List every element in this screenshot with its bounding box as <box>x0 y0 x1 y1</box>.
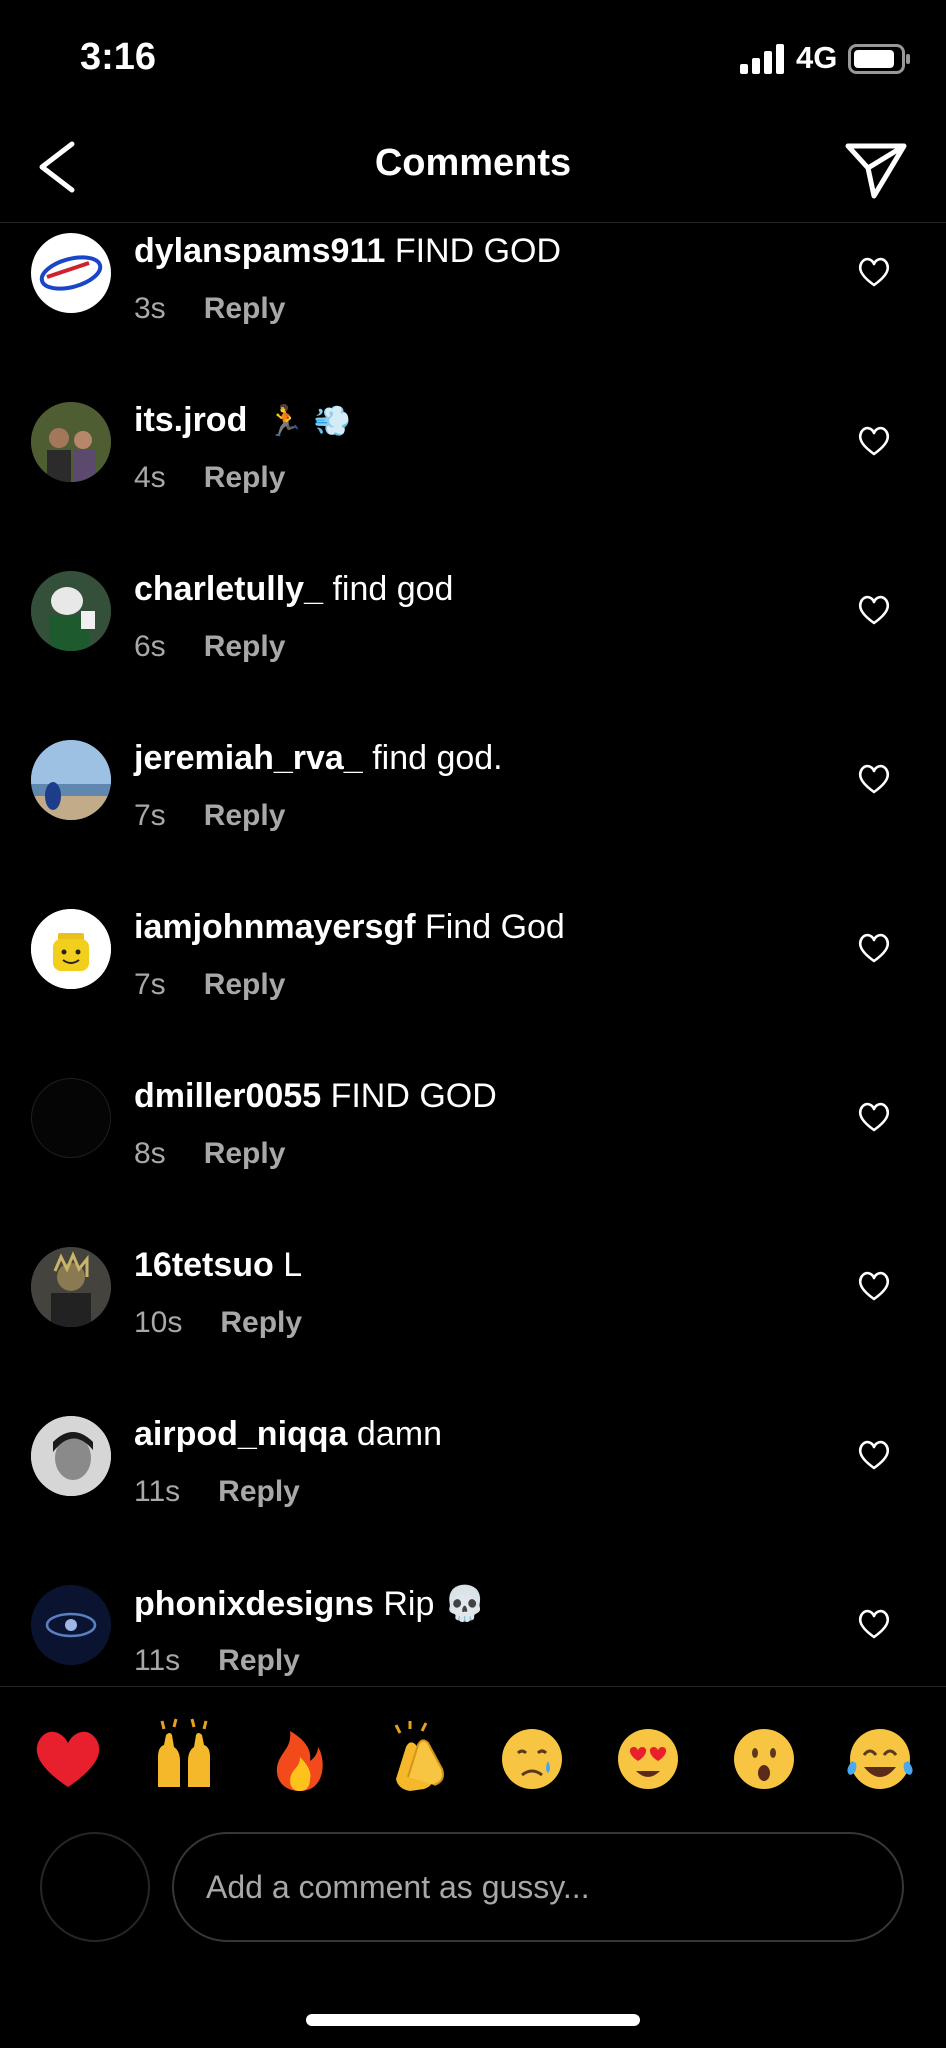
surprised-face-icon[interactable] <box>724 1717 804 1797</box>
comment-item: charletully_ find god 6s Reply <box>0 562 946 731</box>
comment-username[interactable]: dmiller0055 <box>134 1077 321 1115</box>
heart-reaction-icon[interactable] <box>28 1717 108 1797</box>
comment-username[interactable]: 16tetsuo <box>134 1246 274 1284</box>
comment-input[interactable] <box>172 1832 904 1942</box>
avatar[interactable] <box>31 740 111 820</box>
signal-icon <box>740 44 784 74</box>
comment-text: FIND GOD <box>394 232 562 270</box>
comment-username[interactable]: iamjohnmayersgf <box>134 908 416 946</box>
fire-icon[interactable] <box>260 1717 340 1797</box>
heart-outline-icon[interactable] <box>856 1437 892 1473</box>
comment-username[interactable]: phonixdesigns <box>134 1585 374 1623</box>
avatar <box>40 1832 150 1942</box>
comment-text: FIND GOD <box>330 1077 497 1115</box>
avatar[interactable] <box>31 1247 111 1327</box>
avatar[interactable] <box>31 571 111 651</box>
comment-item: jeremiah_rva_ find god. 7s Reply <box>0 731 946 900</box>
avatar[interactable] <box>31 1585 111 1665</box>
crying-face-icon[interactable] <box>492 1717 572 1797</box>
comments-header: Comments <box>0 120 946 223</box>
comment-age: 4s <box>134 461 166 494</box>
heart-outline-icon[interactable] <box>856 1606 892 1642</box>
heart-outline-icon[interactable] <box>856 1099 892 1135</box>
comment-item: 16tetsuo L 10s Reply <box>0 1238 946 1407</box>
reply-button[interactable]: Reply <box>204 292 286 325</box>
heart-outline-icon[interactable] <box>856 592 892 628</box>
comment-age: 8s <box>134 1137 166 1170</box>
comment-age: 7s <box>134 968 166 1001</box>
reply-button[interactable]: Reply <box>218 1644 300 1677</box>
battery-icon <box>848 44 910 74</box>
avatar[interactable] <box>31 402 111 482</box>
network-type: 4G <box>796 40 838 75</box>
status-bar: 3:16 4G <box>0 0 946 120</box>
quick-reactions-bar <box>0 1686 946 1825</box>
heart-outline-icon[interactable] <box>856 1268 892 1304</box>
status-time: 3:16 <box>80 36 157 78</box>
raised-hands-icon[interactable] <box>144 1717 224 1797</box>
comment-username[interactable]: jeremiah_rva_ <box>134 739 363 777</box>
tears-of-joy-icon[interactable] <box>840 1717 920 1797</box>
reply-button[interactable]: Reply <box>204 1137 286 1170</box>
heart-outline-icon[interactable] <box>856 930 892 966</box>
comment-age: 11s <box>134 1644 181 1677</box>
reply-button[interactable]: Reply <box>220 1306 302 1339</box>
home-indicator <box>306 2014 640 2026</box>
comment-username[interactable]: dylanspams911 <box>134 232 385 270</box>
reply-button[interactable]: Reply <box>204 968 286 1001</box>
clapping-hands-icon[interactable] <box>376 1717 456 1797</box>
heart-outline-icon[interactable] <box>856 423 892 459</box>
comment-text: L <box>283 1246 303 1284</box>
comment-username[interactable]: its.jrod <box>134 401 247 439</box>
comment-list[interactable]: dylanspams911 FIND GOD 3s Reply its.jrod … <box>0 224 946 1684</box>
avatar[interactable] <box>31 1416 111 1496</box>
comment-age: 6s <box>134 630 166 663</box>
comment-item: iamjohnmayersgf Find God 7s Reply <box>0 900 946 1069</box>
comment-age: 7s <box>134 799 166 832</box>
comment-username[interactable]: charletully_ <box>134 570 323 608</box>
heart-eyes-icon[interactable] <box>608 1717 688 1797</box>
comment-text: find god <box>332 570 454 608</box>
avatar[interactable] <box>31 233 111 313</box>
heart-outline-icon[interactable] <box>856 254 892 290</box>
comment-item: dmiller0055 FIND GOD 8s Reply <box>0 1069 946 1238</box>
comment-age: 3s <box>134 292 166 325</box>
comment-item: its.jrod 🏃 💨 4s Reply <box>0 393 946 562</box>
avatar[interactable] <box>31 1078 111 1158</box>
comment-item: phonixdesigns Rip 💀 11s Reply <box>0 1576 946 1684</box>
reply-button[interactable]: Reply <box>204 461 286 494</box>
paper-plane-icon[interactable] <box>840 134 912 204</box>
avatar[interactable] <box>31 909 111 989</box>
comment-age: 10s <box>134 1306 183 1339</box>
comment-text: 🏃 💨 <box>266 404 352 439</box>
reply-button[interactable]: Reply <box>204 630 286 663</box>
comment-text: damn <box>356 1415 442 1453</box>
comment-age: 11s <box>134 1475 181 1508</box>
comment-item: dylanspams911 FIND GOD 3s Reply <box>0 224 946 393</box>
heart-outline-icon[interactable] <box>856 761 892 797</box>
comment-text: Find God <box>424 908 565 946</box>
comment-text: Rip 💀 <box>383 1585 487 1623</box>
comment-username[interactable]: airpod_niqqa <box>134 1415 347 1453</box>
page-title: Comments <box>374 142 572 184</box>
reply-button[interactable]: Reply <box>204 799 286 832</box>
comment-item: airpod_niqqa damn 11s Reply <box>0 1407 946 1576</box>
comment-text: find god. <box>372 739 503 777</box>
reply-button[interactable]: Reply <box>218 1475 300 1508</box>
